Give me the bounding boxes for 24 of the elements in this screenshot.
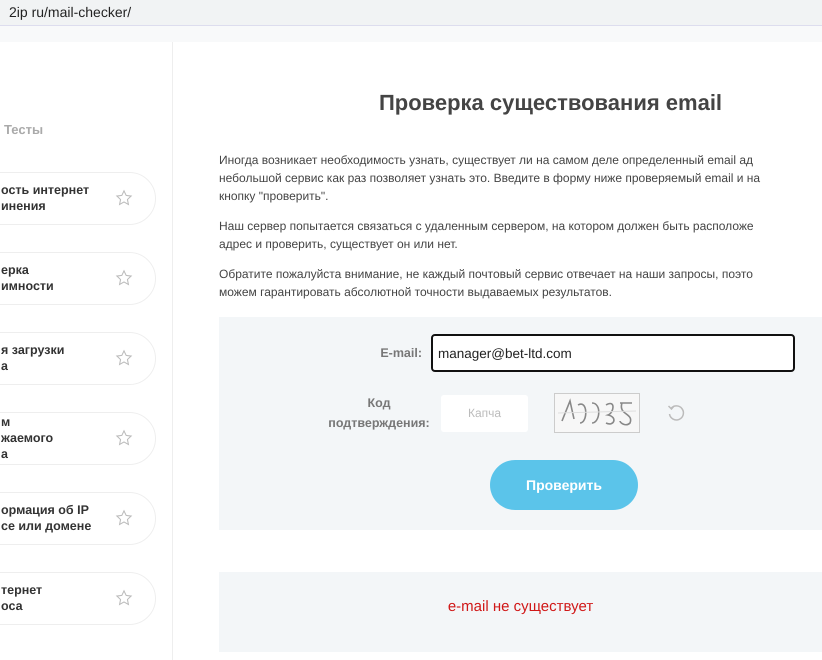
captcha-field[interactable]: Капча: [441, 394, 528, 432]
paragraph: Обратите пожалуйста внимание, не каждый почтовый сервис отвечает на наши запросы, поэто можем гарантировать абсолютной точности выдаваемых результатов.: [219, 266, 754, 302]
sidebar-item[interactable]: ость интернет инения: [0, 172, 156, 224]
field-label: Код подтверждения:: [327, 395, 431, 432]
paragraph: Наш сервер попытается связаться с удаленным сервером, на котором должен быть расположе адрес и проверить, существует он или нет.: [219, 218, 755, 254]
star-icon[interactable]: [115, 269, 133, 287]
star-icon[interactable]: [115, 189, 133, 207]
result-message: e-mail не существует: [448, 597, 594, 618]
star-icon[interactable]: [115, 509, 133, 527]
email-field[interactable]: manager@bet-ltd.com: [431, 334, 795, 372]
field-label: E-mail:: [379, 345, 423, 362]
star-icon[interactable]: [115, 429, 133, 447]
star-icon[interactable]: [115, 589, 133, 607]
sidebar-item[interactable]: м жаемого а: [0, 412, 156, 464]
paragraph: Иногда возникает необходимость узнать, существует ли на самом деле определенный email ад небольшой сервис как раз позволяет узнать это. Введите в форму ниже проверяемый email и на кнопку "проверить".: [219, 152, 762, 206]
refresh-icon[interactable]: [666, 403, 686, 424]
sidebar-item[interactable]: тернет оса: [0, 572, 156, 624]
sidebar-item[interactable]: я загрузки а: [0, 332, 156, 384]
page-title: Проверка существования email: [378, 90, 724, 116]
sidebar-item[interactable]: ерка имности: [0, 252, 156, 304]
star-icon[interactable]: [115, 349, 133, 367]
address-bar-url[interactable]: 2ip ru/mail-checker/: [9, 4, 132, 20]
sidebar-heading: Тесты: [3, 121, 44, 139]
sidebar-item[interactable]: ормация об IP се или домене: [0, 492, 156, 544]
